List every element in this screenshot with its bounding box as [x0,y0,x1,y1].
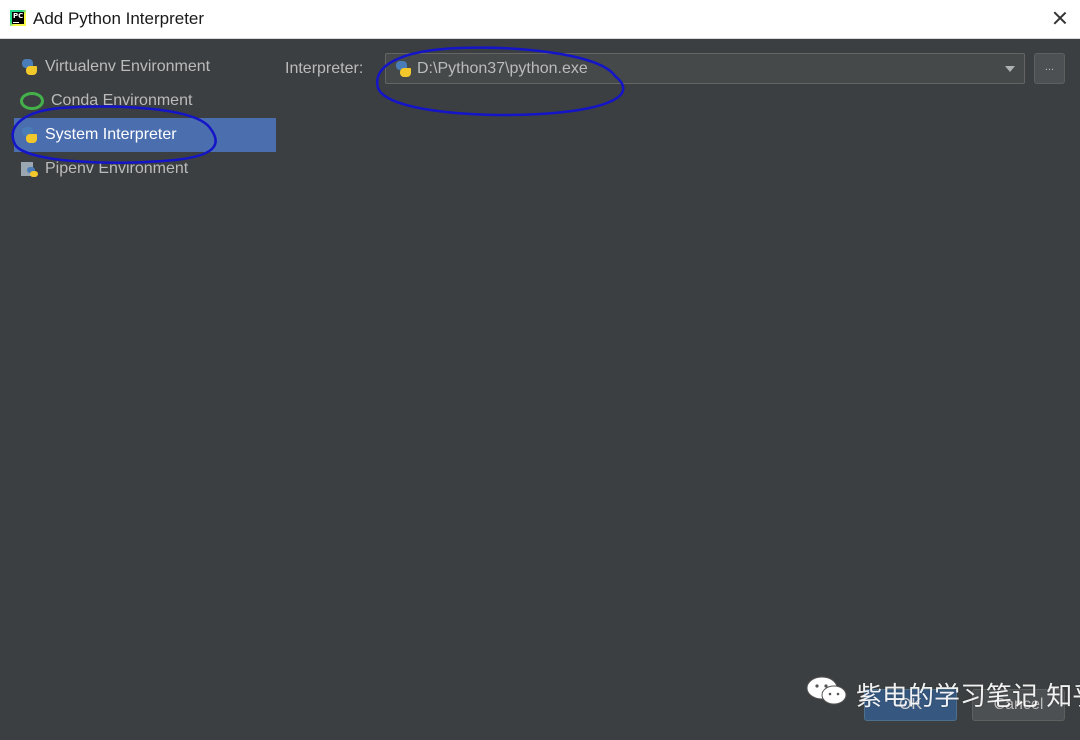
window-title: Add Python Interpreter [33,9,205,28]
browse-button[interactable]: ... [1034,53,1065,84]
interpreter-label: Interpreter: [285,60,364,77]
sidebar-item-pipenv[interactable]: Pipenv Environment [14,152,276,186]
dialog-window: PC Add Python Interpreter Virtualenv Env… [0,0,1080,740]
title-bar: PC Add Python Interpreter [0,0,1080,39]
chevron-down-icon[interactable] [1005,66,1015,72]
interpreter-select[interactable]: D:\Python37\python.exe [385,53,1025,84]
sidebar-item-label: Virtualenv Environment [45,58,211,75]
sidebar-item-label: Pipenv Environment [45,160,189,177]
sidebar-item-virtualenv[interactable]: Virtualenv Environment [14,50,276,84]
python-icon [20,58,38,76]
wechat-logo-icon [806,676,847,705]
python-icon [394,60,412,78]
close-button[interactable] [1050,8,1070,28]
pycharm-app-icon: PC [10,10,26,26]
pipenv-icon [20,160,38,178]
ok-button[interactable]: OK [864,689,957,721]
environment-type-list: Virtualenv Environment Conda Environment… [14,50,276,186]
cancel-button[interactable]: Cancel [972,689,1065,721]
interpreter-path: D:\Python37\python.exe [417,60,588,77]
python-icon [20,126,38,144]
sidebar-item-label: System Interpreter [45,126,177,143]
sidebar-item-label: Conda Environment [51,92,193,109]
sidebar-item-conda[interactable]: Conda Environment [14,84,276,118]
sidebar-item-system-interpreter[interactable]: System Interpreter [14,118,276,152]
conda-icon [20,92,44,110]
